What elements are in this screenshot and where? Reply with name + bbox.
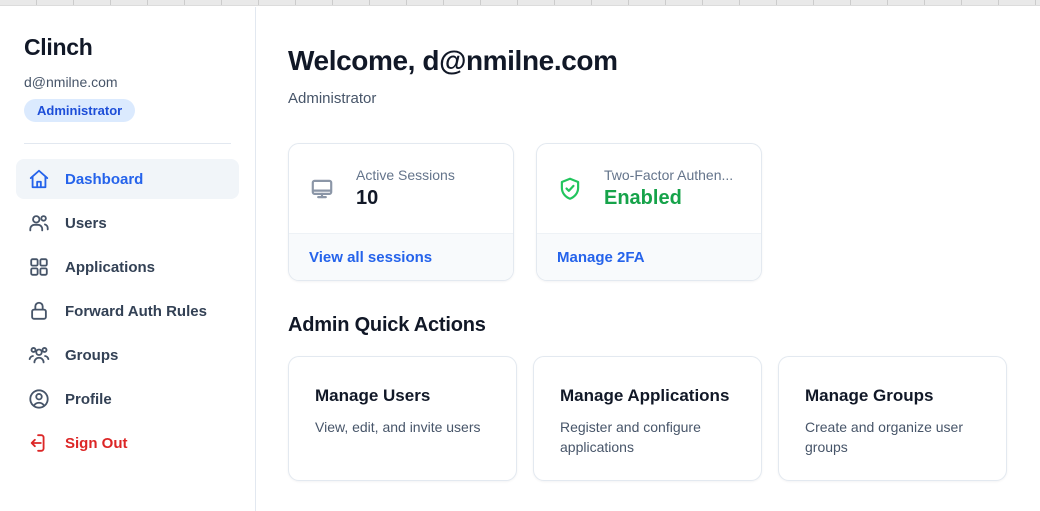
stats-row: Active Sessions 10 View all sessions [288, 143, 1008, 281]
stat-label: Two-Factor Authen... [604, 167, 733, 183]
stat-text: Two-Factor Authen... Enabled [604, 167, 733, 210]
users-icon [28, 212, 50, 234]
lock-icon [28, 300, 50, 322]
sidebar-item-label: Dashboard [65, 171, 143, 188]
profile-icon [28, 388, 50, 410]
stat-label: Active Sessions [356, 167, 455, 183]
two-factor-card: Two-Factor Authen... Enabled Manage 2FA [536, 143, 762, 281]
sidebar-item-dashboard[interactable]: Dashboard [16, 159, 239, 199]
sidebar-item-users[interactable]: Users [16, 203, 239, 243]
sidebar-item-forward-auth-rules[interactable]: Forward Auth Rules [16, 291, 239, 331]
sidebar-nav: Dashboard Users Applic [16, 159, 239, 463]
sidebar-item-label: Sign Out [65, 435, 128, 452]
sidebar: Clinch d@nmilne.com Administrator Dashbo… [0, 7, 256, 511]
two-factor-card-body: Two-Factor Authen... Enabled [537, 144, 761, 233]
quick-actions-row: Manage Users View, edit, and invite user… [288, 356, 1008, 481]
main-content: Welcome, d@nmilne.com Administrator Acti… [257, 7, 1040, 511]
action-card-description: Create and organize user groups [805, 417, 980, 458]
sidebar-item-label: Profile [65, 391, 112, 408]
sidebar-item-label: Users [65, 215, 107, 232]
quick-actions-heading: Admin Quick Actions [288, 314, 1008, 337]
active-sessions-value: 10 [356, 187, 455, 210]
user-email: d@nmilne.com [24, 74, 239, 90]
page-title: Welcome, d@nmilne.com [288, 45, 1008, 77]
action-card-title: Manage Groups [805, 386, 980, 406]
manage-groups-card[interactable]: Manage Groups Create and organize user g… [778, 356, 1007, 481]
sign-out-icon [28, 432, 50, 454]
app-logo-text: Clinch [24, 34, 239, 61]
active-sessions-card: Active Sessions 10 View all sessions [288, 143, 514, 281]
sidebar-item-label: Forward Auth Rules [65, 303, 207, 320]
two-factor-status-value: Enabled [604, 187, 733, 210]
shield-check-icon [557, 176, 583, 202]
manage-2fa-link[interactable]: Manage 2FA [557, 249, 645, 266]
stat-text: Active Sessions 10 [356, 167, 455, 210]
sidebar-divider [24, 143, 231, 144]
action-card-description: Register and configure applications [560, 417, 735, 458]
browser-tab-strip [0, 0, 1040, 6]
action-card-description: View, edit, and invite users [315, 417, 490, 437]
app-window: Clinch d@nmilne.com Administrator Dashbo… [0, 0, 1040, 511]
active-sessions-card-body: Active Sessions 10 [289, 144, 513, 233]
manage-users-card[interactable]: Manage Users View, edit, and invite user… [288, 356, 517, 481]
role-badge: Administrator [24, 99, 135, 122]
sidebar-item-sign-out[interactable]: Sign Out [16, 423, 239, 463]
grid-icon [28, 256, 50, 278]
home-icon [28, 168, 50, 190]
sidebar-item-groups[interactable]: Groups [16, 335, 239, 375]
stat-card-footer: Manage 2FA [537, 233, 761, 280]
monitor-icon [309, 176, 335, 202]
sidebar-item-applications[interactable]: Applications [16, 247, 239, 287]
groups-icon [28, 344, 50, 366]
sidebar-item-label: Groups [65, 347, 118, 364]
action-card-title: Manage Users [315, 386, 490, 406]
stat-card-footer: View all sessions [289, 233, 513, 280]
action-card-title: Manage Applications [560, 386, 735, 406]
sidebar-item-label: Applications [65, 259, 155, 276]
page-subtitle: Administrator [288, 90, 1008, 107]
sidebar-item-profile[interactable]: Profile [16, 379, 239, 419]
view-all-sessions-link[interactable]: View all sessions [309, 249, 432, 266]
manage-applications-card[interactable]: Manage Applications Register and configu… [533, 356, 762, 481]
